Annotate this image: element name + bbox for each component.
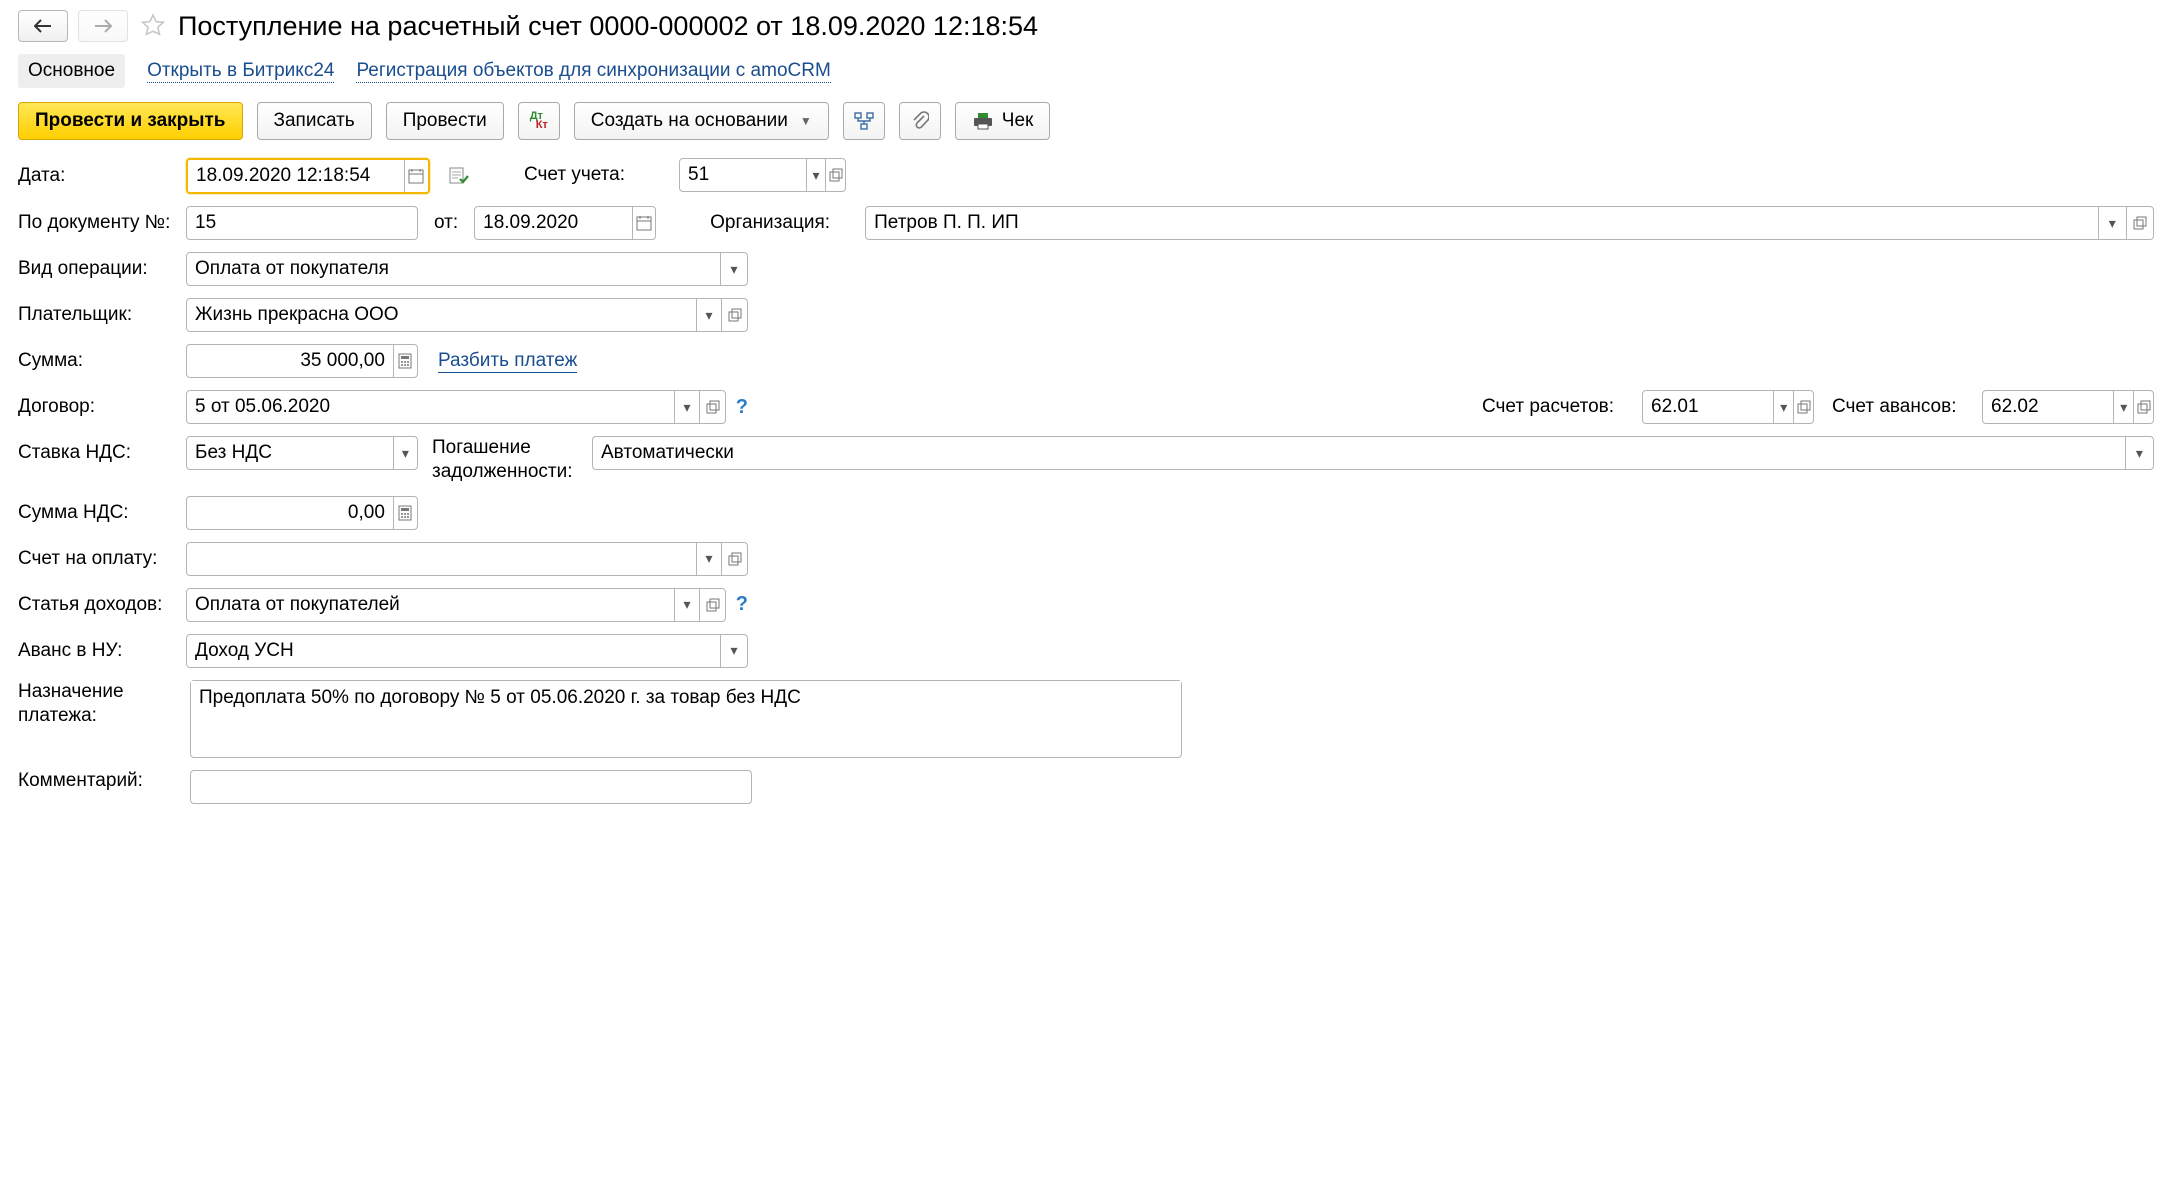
toolbar: Провести и закрыть Записать Провести ДтК… bbox=[18, 102, 2154, 140]
label-debt-repayment: Погашениезадолженности: bbox=[432, 436, 582, 484]
settlement-account-input[interactable]: ▾ bbox=[1642, 390, 1814, 424]
label-op-kind: Вид операции: bbox=[18, 258, 176, 280]
label-settlement-account: Счет расчетов: bbox=[1482, 396, 1632, 418]
date-input[interactable] bbox=[186, 158, 430, 194]
tab-main[interactable]: Основное bbox=[18, 54, 125, 88]
posting-status-icon[interactable] bbox=[448, 166, 470, 186]
open-icon[interactable] bbox=[2133, 391, 2153, 423]
receipt-button[interactable]: Чек bbox=[955, 102, 1051, 140]
printer-icon bbox=[972, 112, 994, 130]
open-icon[interactable] bbox=[2126, 207, 2153, 239]
label-doc-no: По документу №: bbox=[18, 212, 176, 234]
nav-forward-button bbox=[78, 10, 128, 42]
invoice-input[interactable]: ▾ bbox=[186, 542, 748, 576]
income-item-input[interactable]: ▾ bbox=[186, 588, 726, 622]
label-purpose: Назначение платежа: bbox=[18, 680, 176, 729]
chevron-down-icon[interactable]: ▾ bbox=[2125, 437, 2153, 469]
chevron-down-icon[interactable]: ▾ bbox=[2098, 207, 2125, 239]
chevron-down-icon[interactable]: ▾ bbox=[806, 159, 826, 191]
payer-input[interactable]: ▾ bbox=[186, 298, 748, 332]
advance-account-input[interactable]: ▾ bbox=[1982, 390, 2154, 424]
contract-input[interactable]: ▾ bbox=[186, 390, 726, 424]
sum-input[interactable] bbox=[186, 344, 418, 378]
calendar-icon[interactable] bbox=[404, 160, 428, 192]
calculator-icon[interactable] bbox=[393, 497, 417, 529]
debt-repayment-input[interactable]: ▾ bbox=[592, 436, 2154, 470]
label-vat-rate: Ставка НДС: bbox=[18, 442, 176, 464]
calculator-icon[interactable] bbox=[393, 345, 417, 377]
form: Дата: Счет учета: ▾ По bbox=[18, 158, 2154, 804]
open-icon[interactable] bbox=[825, 159, 845, 191]
chevron-down-icon[interactable]: ▾ bbox=[720, 253, 747, 285]
nav-back-button[interactable] bbox=[18, 10, 68, 42]
post-and-close-button[interactable]: Провести и закрыть bbox=[18, 102, 243, 140]
vat-rate-input[interactable]: ▾ bbox=[186, 436, 418, 470]
split-payment-link[interactable]: Разбить платеж bbox=[438, 350, 577, 373]
label-invoice: Счет на оплату: bbox=[18, 548, 176, 570]
open-icon[interactable] bbox=[699, 391, 725, 423]
page-title: Поступление на расчетный счет 0000-00000… bbox=[178, 11, 1038, 42]
chevron-down-icon[interactable]: ▾ bbox=[720, 635, 747, 667]
chevron-down-icon: ▼ bbox=[800, 114, 812, 128]
label-income-item: Статья доходов: bbox=[18, 594, 176, 616]
label-organization: Организация: bbox=[710, 212, 855, 234]
chevron-down-icon[interactable]: ▾ bbox=[1773, 391, 1793, 423]
label-advance-account: Счет авансов: bbox=[1832, 396, 1972, 418]
label-account: Счет учета: bbox=[524, 164, 669, 186]
attachment-button[interactable] bbox=[899, 102, 941, 140]
tab-bitrix24[interactable]: Открыть в Битрикс24 bbox=[147, 60, 334, 83]
open-icon[interactable] bbox=[721, 299, 747, 331]
label-advance-nu: Аванс в НУ: bbox=[18, 640, 176, 662]
dt-kt-icon: ДтКт bbox=[530, 112, 548, 130]
help-icon[interactable]: ? bbox=[736, 593, 748, 616]
chevron-down-icon[interactable]: ▾ bbox=[393, 437, 417, 469]
help-icon[interactable]: ? bbox=[736, 396, 748, 419]
chevron-down-icon[interactable]: ▾ bbox=[696, 299, 722, 331]
structure-button[interactable] bbox=[843, 102, 885, 140]
comment-input[interactable] bbox=[190, 770, 752, 804]
calendar-icon[interactable] bbox=[632, 207, 655, 239]
paperclip-icon bbox=[911, 111, 929, 131]
label-from: от: bbox=[434, 212, 458, 234]
tab-bar: Основное Открыть в Битрикс24 Регистрация… bbox=[18, 54, 2154, 88]
open-icon[interactable] bbox=[1793, 391, 1813, 423]
favorite-star-button[interactable] bbox=[138, 11, 168, 41]
chevron-down-icon[interactable]: ▾ bbox=[674, 589, 700, 621]
arrow-left-icon bbox=[34, 19, 52, 33]
organization-input[interactable]: ▾ bbox=[865, 206, 2154, 240]
label-contract: Договор: bbox=[18, 396, 176, 418]
advance-nu-input[interactable]: ▾ bbox=[186, 634, 748, 668]
save-button[interactable]: Записать bbox=[257, 102, 372, 140]
payment-purpose-textarea[interactable] bbox=[190, 680, 1182, 758]
dt-kt-button[interactable]: ДтКт bbox=[518, 102, 560, 140]
label-payer: Плательщик: bbox=[18, 304, 176, 326]
vat-sum-input[interactable] bbox=[186, 496, 418, 530]
operation-kind-input[interactable]: ▾ bbox=[186, 252, 748, 286]
label-comment: Комментарий: bbox=[18, 770, 176, 792]
doc-date-input[interactable] bbox=[474, 206, 656, 240]
open-icon[interactable] bbox=[721, 543, 747, 575]
label-vat-sum: Сумма НДС: bbox=[18, 502, 176, 524]
label-date: Дата: bbox=[18, 165, 176, 187]
structure-icon bbox=[854, 112, 874, 130]
chevron-down-icon[interactable]: ▾ bbox=[696, 543, 722, 575]
open-icon[interactable] bbox=[699, 589, 725, 621]
tab-amocrm[interactable]: Регистрация объектов для синхронизации с… bbox=[356, 60, 830, 83]
doc-no-input[interactable] bbox=[186, 206, 418, 240]
chevron-down-icon[interactable]: ▾ bbox=[674, 391, 700, 423]
create-based-on-button[interactable]: Создать на основании▼ bbox=[574, 102, 829, 140]
label-sum: Сумма: bbox=[18, 350, 176, 372]
account-input[interactable]: ▾ bbox=[679, 158, 846, 192]
post-button[interactable]: Провести bbox=[386, 102, 504, 140]
arrow-right-icon bbox=[94, 19, 112, 33]
chevron-down-icon[interactable]: ▾ bbox=[2113, 391, 2133, 423]
